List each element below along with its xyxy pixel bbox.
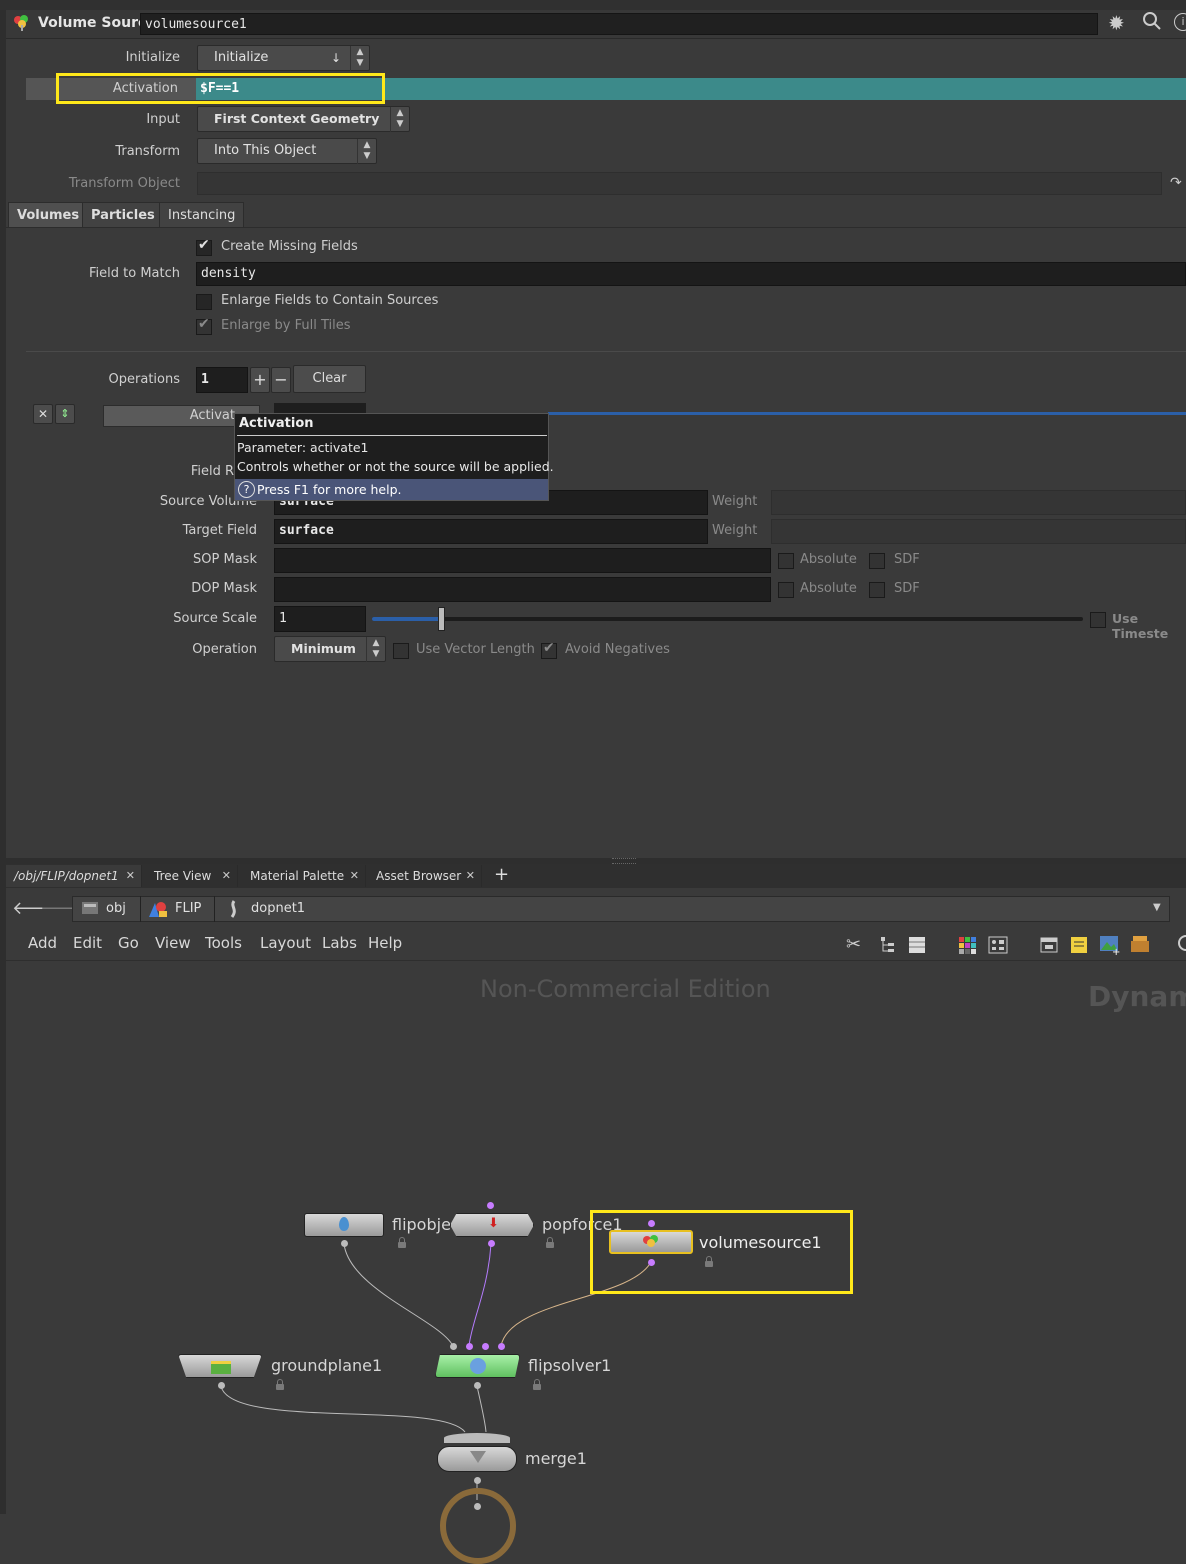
groundplane-label: groundplane1 — [271, 1356, 383, 1375]
merge-node[interactable] — [437, 1446, 517, 1472]
lock-icon — [546, 1237, 554, 1248]
left-edge — [0, 0, 6, 1514]
output-node-input[interactable] — [474, 1503, 481, 1510]
flipobject-node[interactable] — [304, 1213, 384, 1237]
fluid-solver-icon — [470, 1358, 486, 1374]
flipobject-output[interactable] — [341, 1240, 348, 1247]
output-node-ring[interactable] — [440, 1488, 516, 1564]
flipobject-label: flipobje — [392, 1215, 451, 1234]
top-edge — [0, 0, 1186, 10]
flipsolver-input-4[interactable] — [498, 1343, 505, 1350]
groundplane-node[interactable] — [178, 1354, 262, 1378]
lock-icon — [276, 1379, 284, 1390]
flipsolver-input-1[interactable] — [450, 1343, 457, 1350]
popforce-node[interactable]: ⬇ — [450, 1213, 534, 1237]
flipsolver-node[interactable] — [435, 1354, 520, 1378]
merge-node-top — [444, 1433, 510, 1443]
flipsolver-label: flipsolver1 — [528, 1356, 612, 1375]
flipsolver-input-3[interactable] — [482, 1343, 489, 1350]
flipsolver-output[interactable] — [474, 1382, 481, 1389]
popforce-input[interactable] — [487, 1202, 494, 1209]
lock-icon — [533, 1379, 541, 1390]
merge-output[interactable] — [474, 1477, 481, 1484]
flipsolver-input-2[interactable] — [466, 1343, 473, 1350]
force-arrow-icon: ⬇ — [488, 1216, 499, 1231]
water-drop-icon — [339, 1217, 349, 1231]
merge-label: merge1 — [525, 1449, 587, 1468]
ground-plane-icon — [211, 1361, 231, 1374]
popforce-output[interactable] — [488, 1240, 495, 1247]
volumesource-highlight-box — [590, 1210, 853, 1294]
groundplane-output[interactable] — [218, 1382, 225, 1389]
lock-icon — [398, 1237, 406, 1248]
funnel-icon — [470, 1451, 486, 1463]
